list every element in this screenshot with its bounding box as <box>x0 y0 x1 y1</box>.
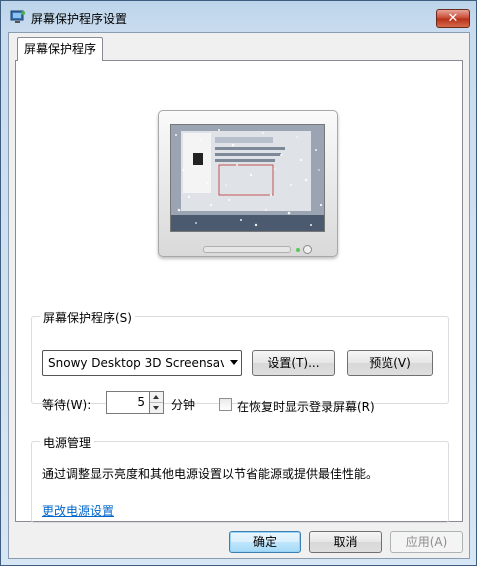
wait-minutes-input[interactable]: 5 <box>106 391 150 414</box>
wait-label: 等待(W): <box>42 398 92 412</box>
monitor-preview <box>158 110 338 257</box>
apply-button[interactable]: 应用(A) <box>390 531 463 553</box>
resume-login-label[interactable]: 在恢复时显示登录屏幕(R) <box>237 398 375 415</box>
change-power-settings-link[interactable]: 更改电源设置 <box>42 502 114 519</box>
preview-button[interactable]: 预览(V) <box>347 350 433 376</box>
settings-button[interactable]: 设置(T)... <box>252 350 335 376</box>
spinner-down-button[interactable] <box>150 403 163 414</box>
power-description: 通过调整显示亮度和其他电源设置以节省能源或提供最佳性能。 <box>42 467 379 481</box>
display-settings-icon <box>10 10 25 23</box>
dialog-client-area: 屏幕保护程序 屏幕保护程序(S) Snowy Desktop 3D Screen… <box>8 32 470 559</box>
screensaver-group-label: 屏幕保护程序(S) <box>40 309 135 326</box>
power-group-label: 电源管理 <box>40 434 95 451</box>
tab-panel: 屏幕保护程序(S) Snowy Desktop 3D Screensaver 设… <box>15 60 463 523</box>
window-title: 屏幕保护程序设置 <box>31 12 128 26</box>
screensaver-select-value: Snowy Desktop 3D Screensaver <box>48 356 224 370</box>
tab-screensaver[interactable]: 屏幕保护程序 <box>17 37 103 61</box>
resume-login-checkbox[interactable] <box>219 398 232 411</box>
power-led <box>296 248 300 252</box>
screensaver-preview-image <box>171 125 324 231</box>
spinner-up-icon <box>153 395 159 399</box>
title-bar: 屏幕保护程序设置 ✕ <box>1 1 476 33</box>
close-icon: ✕ <box>447 11 459 26</box>
screensaver-select[interactable]: Snowy Desktop 3D Screensaver <box>42 350 242 376</box>
preview-screen <box>170 124 325 232</box>
cancel-button[interactable]: 取消 <box>309 531 382 553</box>
wait-minutes-spinner[interactable] <box>150 391 164 414</box>
minutes-label: 分钟 <box>171 398 196 412</box>
monitor-power-icon <box>303 245 312 254</box>
spinner-down-icon <box>153 406 159 410</box>
close-button[interactable]: ✕ <box>436 9 470 28</box>
spinner-up-button[interactable] <box>150 392 163 403</box>
dropdown-arrow-icon <box>230 360 238 365</box>
ok-button[interactable]: 确定 <box>229 531 301 553</box>
monitor-slot <box>203 246 291 253</box>
screensaver-settings-window: 屏幕保护程序设置 ✕ 屏幕保护程序 屏幕保护程序(S) Snowy Deskto… <box>0 0 477 566</box>
